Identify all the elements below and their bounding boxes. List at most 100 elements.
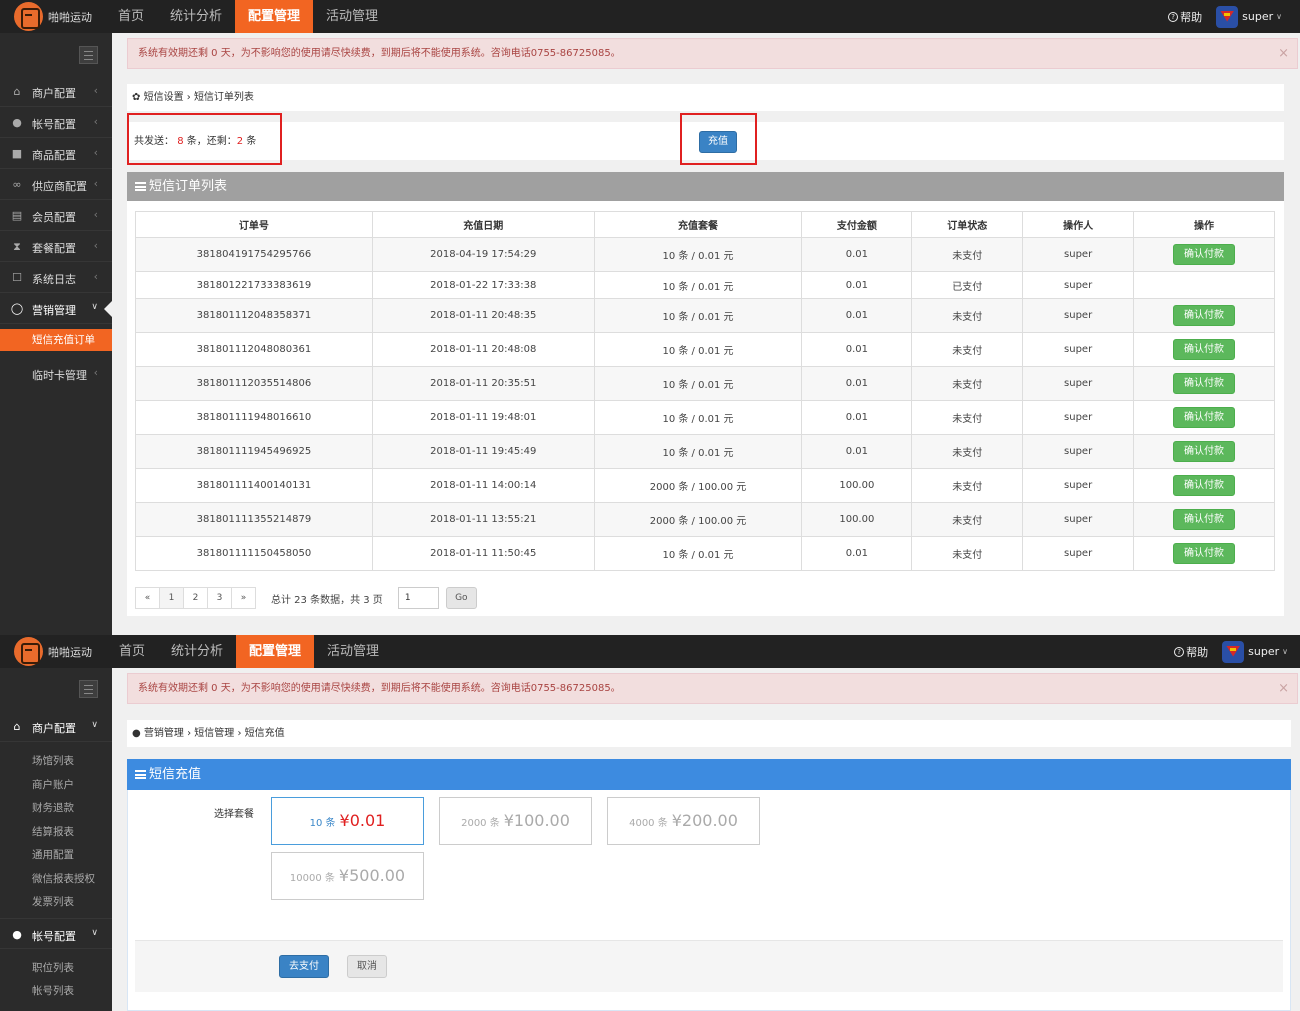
sidebar-sub-wechat-auth[interactable]: 微信报表授权 [0,868,112,890]
confirm-payment-button[interactable]: 确认付款 [1173,543,1236,564]
sidebar-item-temp-card[interactable]: 临时卡管理 ‹ [0,358,112,389]
operator-cell: super [1022,434,1135,469]
breadcrumb-item[interactable]: 短信管理 [194,728,234,739]
amount-cell: 0.01 [801,298,913,333]
user-icon: ● [12,928,22,941]
cancel-button[interactable]: 取消 [347,955,387,978]
sidebar-item-marketing[interactable]: ◯ 营销管理 ∨ [0,293,112,324]
operator-cell: super [1022,366,1135,401]
help-icon[interactable]: ? [1174,646,1185,657]
package-option[interactable]: 4000 条 ¥200.00 [607,797,760,845]
amount-cell: 0.01 [801,434,913,469]
close-icon[interactable]: × [1278,39,1289,68]
page-2[interactable]: 2 [183,587,208,609]
amount-cell: 0.01 [801,536,913,571]
page-input[interactable]: 1 [397,587,439,609]
sidebar-sub-positions[interactable]: 职位列表 [0,957,112,979]
confirm-payment-button[interactable]: 确认付款 [1173,373,1236,394]
breadcrumb-item[interactable]: 营销管理 [144,728,184,739]
confirm-payment-button[interactable]: 确认付款 [1173,441,1236,462]
page-next[interactable]: » [231,587,256,609]
nav-config[interactable]: 配置管理 [235,0,314,33]
action-cell: 确认付款 [1133,237,1275,272]
nav-statistics[interactable]: 统计分析 [157,0,235,33]
user-icon: ● [132,728,141,739]
id-card-icon: ▤ [11,209,23,222]
confirm-payment-button[interactable]: 确认付款 [1173,305,1236,326]
pay-button[interactable]: 去支付 [279,955,329,978]
sidebar-item-system-log[interactable]: ☐ 系统日志 ‹ [0,262,112,293]
breadcrumb-item[interactable]: 短信设置 [144,92,184,103]
sidebar-sub-general[interactable]: 通用配置 [0,844,112,866]
status-cell: 未支付 [911,468,1024,503]
avatar[interactable] [1222,640,1245,663]
table-row: 381801111948016610 2018-01-11 19:48:01 10 … [135,400,1275,435]
amount-cell: 100.00 [801,502,913,537]
breadcrumb-item: 短信充值 [244,728,285,739]
action-cell: 确认付款 [1133,366,1275,401]
confirm-payment-button[interactable]: 确认付款 [1173,339,1236,360]
breadcrumb-item: 短信订单列表 [193,92,254,103]
user-menu[interactable]: super [1248,645,1279,658]
sidebar-sub-accounts[interactable]: 商户账户 [0,774,112,796]
close-icon[interactable]: × [1278,674,1289,703]
sidebar-item-account-config[interactable]: ● 帐号配置 ‹ [0,107,112,138]
operator-cell: super [1022,271,1135,299]
list-icon [135,770,146,779]
confirm-payment-button[interactable]: 确认付款 [1173,475,1236,496]
page-prev[interactable]: « [135,587,160,609]
sidebar-toggle-icon[interactable] [79,46,98,64]
order-no-cell: 381801111400140131 [135,468,373,503]
package-cell: 10 条 / 0.01 元 [593,237,803,272]
nav-activity[interactable]: 活动管理 [314,635,392,668]
sidebar-item-merchant-config[interactable]: ⌂ 商户配置 ∨ [0,711,112,742]
sidebar-item-supplier-config[interactable]: ∞ 供应商配置 ‹ [0,169,112,200]
sidebar-item-goods-config[interactable]: ■ 商品配置 ‹ [0,138,112,169]
confirm-payment-button[interactable]: 确认付款 [1173,407,1236,428]
hourglass-icon: ⧗ [13,240,21,253]
logo[interactable]: 啪啪运动 [14,2,92,31]
action-cell: 确认付款 [1133,468,1275,503]
page-3[interactable]: 3 [207,587,232,609]
chevron-down-icon[interactable]: ∨ [1276,12,1282,21]
sidebar-sub-sms-orders[interactable]: 短信充值订单 [0,329,112,351]
avatar[interactable] [1216,5,1239,28]
form-actions: 去支付 取消 [135,940,1283,992]
help-icon[interactable]: ? [1168,11,1179,22]
sidebar-sub-settlement[interactable]: 结算报表 [0,821,112,843]
sidebar-sub-venues[interactable]: 场馆列表 [0,750,112,772]
sidebar-item-package-config[interactable]: ⧗ 套餐配置 ‹ [0,231,112,262]
nav-home[interactable]: 首页 [105,0,157,33]
sidebar-sub-refund[interactable]: 财务退款 [0,797,112,819]
sidebar-sub-account-list[interactable]: 帐号列表 [0,980,112,1002]
sidebar-item-member-config[interactable]: ▤ 会员配置 ‹ [0,200,112,231]
sidebar-item-account-config[interactable]: ● 帐号配置 ∨ [0,918,112,949]
package-cell: 10 条 / 0.01 元 [593,536,803,571]
help-link[interactable]: 帮助 [1186,644,1208,660]
amount-cell: 0.01 [801,332,913,367]
sidebar-toggle-icon[interactable] [79,680,98,698]
package-option[interactable]: 10 条 ¥0.01 [271,797,424,845]
nav-home[interactable]: 首页 [106,635,158,668]
sidebar-sub-invoices[interactable]: 发票列表 [0,891,112,913]
recharge-button[interactable]: 充值 [699,131,737,153]
page-1[interactable]: 1 [159,587,184,609]
logo[interactable]: 啪啪运动 [14,637,92,666]
order-no-cell: 381804191754295766 [135,237,373,272]
order-no-cell: 381801111150458050 [135,536,373,571]
nav-config[interactable]: 配置管理 [236,635,315,668]
package-option[interactable]: 10000 条 ¥500.00 [271,852,424,900]
confirm-payment-button[interactable]: 确认付款 [1173,244,1236,265]
confirm-payment-button[interactable]: 确认付款 [1173,509,1236,530]
nav-statistics[interactable]: 统计分析 [158,635,236,668]
sidebar-item-merchant-config[interactable]: ⌂ 商户配置 ‹ [0,76,112,107]
help-link[interactable]: 帮助 [1180,9,1202,25]
go-button[interactable]: Go [445,587,477,609]
package-option[interactable]: 2000 条 ¥100.00 [439,797,592,845]
chevron-down-icon[interactable]: ∨ [1282,647,1288,656]
nav-activity[interactable]: 活动管理 [313,0,391,33]
user-menu[interactable]: super [1242,10,1273,23]
date-cell: 2018-01-11 20:35:51 [371,366,595,401]
main-nav: 首页 统计分析 配置管理 活动管理 [105,0,391,33]
logo-text: 啪啪运动 [48,10,92,24]
